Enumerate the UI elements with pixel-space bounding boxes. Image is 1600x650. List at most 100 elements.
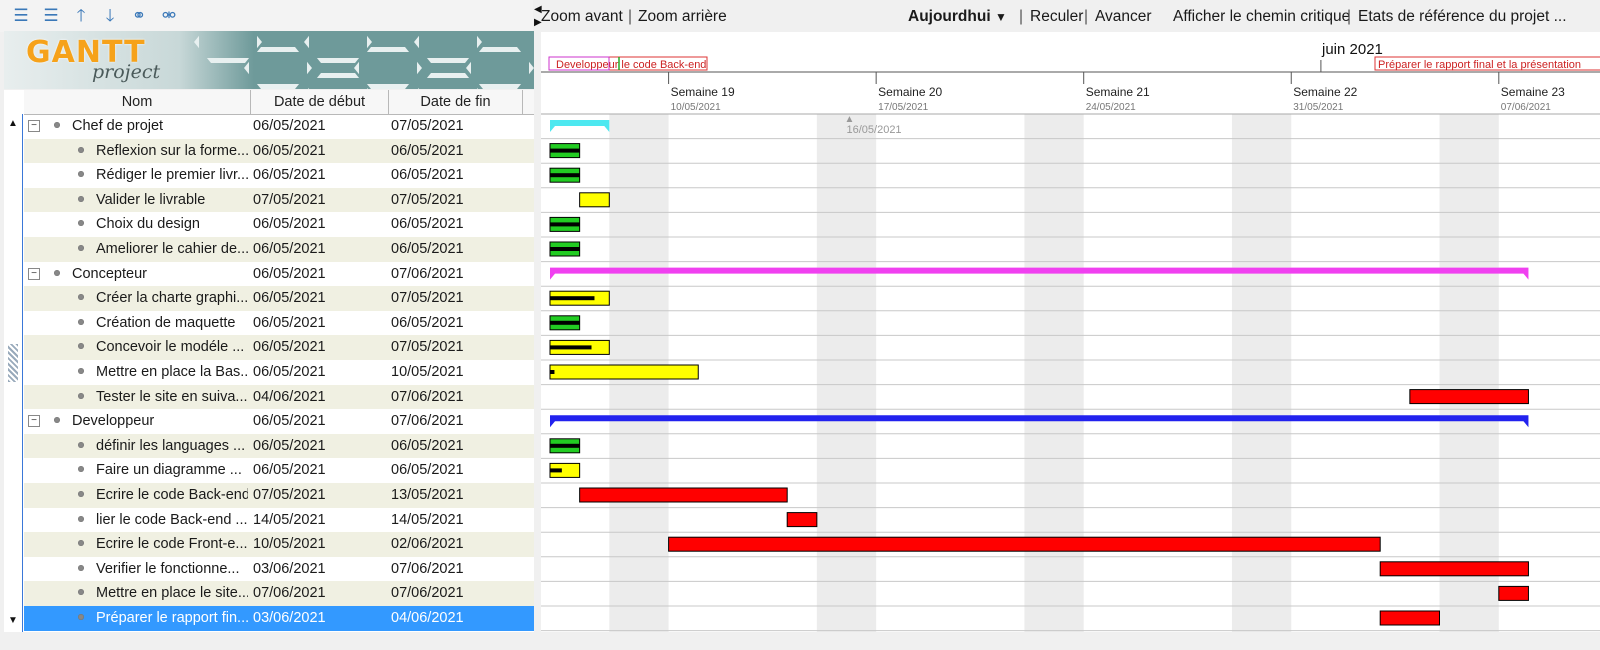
column-header-start[interactable]: Date de début — [251, 90, 389, 114]
task-name[interactable]: Faire un diagramme ... — [96, 458, 248, 483]
table-row[interactable]: Préparer le rapport fin... 03/06/2021 04/0… — [24, 606, 534, 631]
scrollbar-thumb[interactable] — [8, 344, 18, 382]
task-name[interactable]: définir les languages ... — [96, 434, 248, 459]
table-row[interactable]: Ecrire le code Back-end 07/05/2021 13/05/2… — [24, 483, 534, 508]
task-name[interactable]: Verifier le fonctionne... — [96, 557, 248, 582]
task-end-date[interactable]: 14/05/2021 — [391, 508, 464, 533]
task-name[interactable]: Mettre en place le site... — [96, 581, 248, 606]
task-start-date[interactable]: 06/05/2021 — [253, 139, 326, 164]
task-name[interactable]: Chef de projet — [72, 114, 248, 139]
table-row[interactable]: Ameliorer le cahier de... 06/05/2021 06/05… — [24, 237, 534, 262]
table-row[interactable]: Faire un diagramme ... 06/05/2021 06/05/20… — [24, 458, 534, 483]
task-end-date[interactable]: 07/05/2021 — [391, 114, 464, 139]
task-end-date[interactable]: 06/05/2021 — [391, 237, 464, 262]
table-row[interactable]: Valider le livrable 07/05/2021 07/05/2021 — [24, 187, 534, 213]
task-start-date[interactable]: 06/05/2021 — [253, 434, 326, 459]
table-row[interactable]: Création de maquette 06/05/2021 06/05/2021 — [24, 311, 534, 336]
task-end-date[interactable]: 06/05/2021 — [391, 434, 464, 459]
task-end-date[interactable]: 13/05/2021 — [391, 483, 464, 508]
table-scrollbar[interactable]: ▲ ▼ — [4, 114, 23, 632]
task-start-date[interactable]: 07/05/2021 — [253, 188, 326, 213]
table-row[interactable]: Créer la charte graphi... 06/05/2021 07/05… — [24, 286, 534, 311]
task-end-date[interactable]: 06/05/2021 — [391, 311, 464, 336]
task-name[interactable]: Préparer le rapport fin... — [96, 606, 248, 631]
collapse-toggle-icon[interactable]: − — [28, 415, 40, 428]
task-end-date[interactable]: 07/06/2021 — [391, 409, 464, 434]
forward-button[interactable]: Avancer — [1095, 8, 1152, 26]
pane-splitter[interactable]: ◀ ▶ — [534, 0, 542, 650]
task-end-date[interactable]: 07/05/2021 — [391, 286, 464, 311]
unlink-icon[interactable]: ⚮ — [158, 6, 180, 26]
scroll-down-icon[interactable]: ▼ — [6, 614, 20, 628]
task-start-date[interactable]: 06/05/2021 — [253, 286, 326, 311]
task-start-date[interactable]: 06/05/2021 — [253, 262, 326, 287]
task-start-date[interactable]: 14/05/2021 — [253, 508, 326, 533]
today-dropdown-icon[interactable]: ▼ — [995, 10, 1007, 24]
table-row[interactable]: définir les languages ... 06/05/2021 06/05… — [24, 433, 534, 459]
task-name[interactable]: lier le code Back-end ... — [96, 508, 248, 533]
table-row[interactable]: Verifier le fonctionne... 03/06/2021 07/06… — [24, 557, 534, 582]
task-name[interactable]: Tester le site en suiva... — [96, 385, 248, 410]
task-start-date[interactable]: 06/05/2021 — [253, 335, 326, 360]
link-icon[interactable]: ⚭ — [128, 6, 150, 26]
task-start-date[interactable]: 06/05/2021 — [253, 237, 326, 262]
table-row[interactable]: − Concepteur 06/05/2021 07/06/2021 — [24, 262, 534, 287]
task-end-date[interactable]: 06/05/2021 — [391, 458, 464, 483]
table-row[interactable]: Choix du design 06/05/2021 06/05/2021 — [24, 212, 534, 237]
table-row[interactable]: Concevoir le modéle ... 06/05/2021 07/05/2… — [24, 335, 534, 360]
task-name[interactable]: Mettre en place la Bas... — [96, 360, 248, 385]
task-start-date[interactable]: 06/05/2021 — [253, 360, 326, 385]
task-end-date[interactable]: 07/05/2021 — [391, 335, 464, 360]
task-end-date[interactable]: 07/06/2021 — [391, 557, 464, 582]
task-name[interactable]: Ecrire le code Back-end — [96, 483, 248, 508]
scroll-up-icon[interactable]: ▲ — [6, 117, 20, 131]
back-button[interactable]: Reculer — [1030, 8, 1083, 26]
baselines-button[interactable]: Etats de référence du projet ... — [1358, 8, 1567, 26]
table-row[interactable]: − Chef de projet 06/05/2021 07/05/2021 — [24, 114, 534, 139]
indent-icon[interactable]: ☰ — [10, 6, 32, 26]
task-start-date[interactable]: 07/05/2021 — [253, 483, 326, 508]
task-name[interactable]: Concepteur — [72, 262, 248, 287]
task-start-date[interactable]: 06/05/2021 — [253, 114, 326, 139]
gantt-chart[interactable]: juin 2021 Developpeur le code Back-end Pré… — [541, 32, 1600, 632]
move-up-icon[interactable]: 🡑 — [70, 6, 92, 26]
task-end-date[interactable]: 06/05/2021 — [391, 163, 464, 188]
collapse-toggle-icon[interactable]: − — [28, 267, 40, 280]
task-start-date[interactable]: 06/05/2021 — [253, 311, 326, 336]
table-row[interactable]: lier le code Back-end ... 14/05/2021 14/05… — [24, 508, 534, 533]
column-header-name[interactable]: Nom — [24, 90, 251, 114]
task-name[interactable]: Developpeur — [72, 409, 248, 434]
collapse-toggle-icon[interactable]: − — [28, 120, 40, 132]
task-end-date[interactable]: 10/05/2021 — [391, 360, 464, 385]
task-name[interactable]: Valider le livrable — [96, 188, 248, 213]
table-row[interactable]: Tester le site en suiva... 04/06/2021 07/0… — [24, 384, 534, 410]
task-end-date[interactable]: 07/06/2021 — [391, 581, 464, 606]
task-end-date[interactable]: 06/05/2021 — [391, 212, 464, 237]
table-row[interactable]: Mettre en place le site... 07/06/2021 07/0… — [24, 581, 534, 606]
task-start-date[interactable]: 04/06/2021 — [253, 385, 326, 410]
task-name[interactable]: Ecrire le code Front-e... — [96, 532, 248, 557]
task-end-date[interactable]: 02/06/2021 — [391, 532, 464, 557]
task-start-date[interactable]: 06/05/2021 — [253, 458, 326, 483]
today-button[interactable]: Aujourdhui — [908, 8, 991, 26]
table-row[interactable]: Rédiger le premier livr... 06/05/2021 06/0… — [24, 163, 534, 188]
task-end-date[interactable]: 06/05/2021 — [391, 139, 464, 164]
task-start-date[interactable]: 07/06/2021 — [253, 581, 326, 606]
task-name[interactable]: Rédiger le premier livr... — [96, 163, 248, 188]
table-row[interactable]: Mettre en place la Bas... 06/05/2021 10/05… — [24, 360, 534, 385]
task-start-date[interactable]: 03/06/2021 — [253, 557, 326, 582]
table-row[interactable]: − Developpeur 06/05/2021 07/06/2021 — [24, 409, 534, 434]
task-name[interactable]: Créer la charte graphi... — [96, 286, 248, 311]
task-start-date[interactable]: 06/05/2021 — [253, 212, 326, 237]
task-end-date[interactable]: 07/06/2021 — [391, 385, 464, 410]
task-end-date[interactable]: 04/06/2021 — [391, 606, 464, 631]
table-row[interactable]: Reflexion sur la forme... 06/05/2021 06/05… — [24, 138, 534, 164]
task-start-date[interactable]: 06/05/2021 — [253, 163, 326, 188]
task-end-date[interactable]: 07/06/2021 — [391, 262, 464, 287]
column-header-end[interactable]: Date de fin — [389, 90, 523, 114]
gantt-chart-canvas[interactable]: juin 2021 Developpeur le code Back-end Pré… — [541, 32, 1600, 632]
task-end-date[interactable]: 07/05/2021 — [391, 188, 464, 213]
task-name[interactable]: Concevoir le modéle ... — [96, 335, 248, 360]
task-name[interactable]: Choix du design — [96, 212, 248, 237]
task-name[interactable]: Ameliorer le cahier de... — [96, 237, 248, 262]
